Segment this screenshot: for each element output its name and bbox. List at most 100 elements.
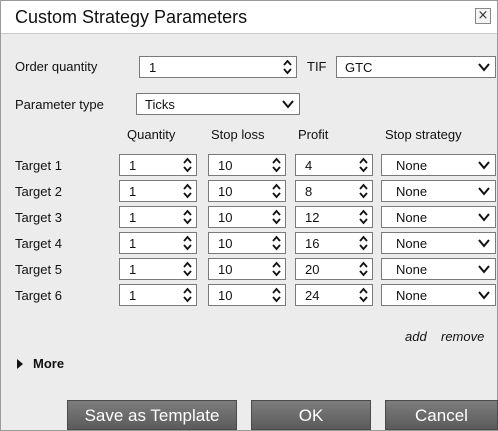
stop-strategy-select[interactable]: None	[381, 284, 496, 306]
quantity-stepper[interactable]: 1	[119, 232, 197, 254]
spinner-arrows-icon[interactable]	[183, 209, 192, 225]
stop-loss-stepper[interactable]: 10	[208, 154, 286, 176]
profit-value: 8	[305, 184, 313, 199]
profit-stepper[interactable]: 24	[295, 284, 373, 306]
save-as-template-button[interactable]: Save as Template	[67, 400, 237, 430]
more-toggle[interactable]: More	[17, 356, 64, 371]
spinner-arrows-icon[interactable]	[183, 287, 192, 303]
stop-loss-stepper[interactable]: 10	[208, 284, 286, 306]
parameter-type-label: Parameter type	[15, 97, 104, 112]
stop-strategy-select[interactable]: None	[381, 232, 496, 254]
target-label: Target 2	[15, 184, 62, 199]
stop-strategy-select[interactable]: None	[381, 206, 496, 228]
add-link[interactable]: add	[405, 329, 427, 344]
remove-link[interactable]: remove	[441, 329, 484, 344]
chevron-down-icon	[282, 100, 294, 109]
stop-strategy-value: None	[396, 158, 428, 173]
spinner-arrows-icon[interactable]	[272, 235, 281, 251]
more-label: More	[33, 356, 65, 371]
chevron-down-icon	[478, 265, 490, 274]
profit-stepper[interactable]: 16	[295, 232, 373, 254]
stop-strategy-value: None	[396, 184, 428, 199]
profit-stepper[interactable]: 8	[295, 180, 373, 202]
spinner-arrows-icon[interactable]	[359, 157, 368, 173]
stop-loss-value: 10	[218, 210, 233, 225]
quantity-stepper[interactable]: 1	[119, 258, 197, 280]
spinner-arrows-icon[interactable]	[359, 235, 368, 251]
chevron-down-icon	[478, 161, 490, 170]
target-row: Target 4 1 10 16 None	[1, 231, 498, 255]
quantity-stepper[interactable]: 1	[119, 206, 197, 228]
spinner-arrows-icon[interactable]	[272, 157, 281, 173]
chevron-down-icon	[478, 213, 490, 222]
stop-loss-value: 10	[218, 262, 233, 277]
spinner-arrows-icon[interactable]	[359, 261, 368, 277]
order-quantity-stepper[interactable]: 1	[139, 56, 297, 78]
order-quantity-value: 1	[149, 60, 157, 75]
target-label: Target 1	[15, 158, 62, 173]
stop-loss-value: 10	[218, 288, 233, 303]
parameter-type-value: Ticks	[145, 97, 175, 112]
stop-loss-value: 10	[218, 184, 233, 199]
order-quantity-label: Order quantity	[15, 59, 98, 74]
stop-strategy-select[interactable]: None	[381, 258, 496, 280]
tif-value: GTC	[345, 60, 373, 75]
spinner-arrows-icon[interactable]	[183, 183, 192, 199]
quantity-value: 1	[129, 210, 137, 225]
close-icon[interactable]: ×	[475, 8, 491, 24]
profit-value: 4	[305, 158, 313, 173]
tif-label: TIF	[307, 59, 327, 74]
target-label: Target 5	[15, 262, 62, 277]
triangle-right-icon	[17, 359, 23, 369]
chevron-down-icon	[478, 239, 490, 248]
stop-loss-value: 10	[218, 236, 233, 251]
spinner-arrows-icon[interactable]	[183, 235, 192, 251]
spinner-arrows-icon[interactable]	[359, 209, 368, 225]
stop-loss-column-header: Stop loss	[211, 127, 265, 142]
stop-loss-stepper[interactable]: 10	[208, 206, 286, 228]
profit-value: 24	[305, 288, 320, 303]
target-row: Target 1 1 10 4 None	[1, 153, 498, 177]
profit-stepper[interactable]: 12	[295, 206, 373, 228]
chevron-down-icon	[478, 291, 490, 300]
target-row: Target 6 1 10 24 None	[1, 283, 498, 307]
spinner-arrows-icon[interactable]	[272, 287, 281, 303]
target-label: Target 6	[15, 288, 62, 303]
spinner-arrows-icon[interactable]	[272, 261, 281, 277]
profit-value: 16	[305, 236, 320, 251]
spinner-arrows-icon[interactable]	[359, 287, 368, 303]
ok-button[interactable]: OK	[251, 400, 371, 430]
spinner-arrows-icon[interactable]	[183, 261, 192, 277]
stop-strategy-select[interactable]: None	[381, 180, 496, 202]
profit-value: 12	[305, 210, 320, 225]
profit-stepper[interactable]: 20	[295, 258, 373, 280]
spinner-arrows-icon[interactable]	[183, 157, 192, 173]
quantity-stepper[interactable]: 1	[119, 284, 197, 306]
target-label: Target 3	[15, 210, 62, 225]
stop-loss-stepper[interactable]: 10	[208, 258, 286, 280]
stop-strategy-value: None	[396, 288, 428, 303]
chevron-down-icon	[478, 63, 490, 72]
target-row: Target 5 1 10 20 None	[1, 257, 498, 281]
quantity-value: 1	[129, 184, 137, 199]
spinner-arrows-icon[interactable]	[272, 209, 281, 225]
chevron-down-icon	[478, 187, 490, 196]
profit-stepper[interactable]: 4	[295, 154, 373, 176]
target-row: Target 2 1 10 8 None	[1, 179, 498, 203]
stop-loss-stepper[interactable]: 10	[208, 180, 286, 202]
target-row: Target 3 1 10 12 None	[1, 205, 498, 229]
target-label: Target 4	[15, 236, 62, 251]
stop-strategy-select[interactable]: None	[381, 154, 496, 176]
stop-strategy-column-header: Stop strategy	[385, 127, 462, 142]
quantity-value: 1	[129, 288, 137, 303]
quantity-stepper[interactable]: 1	[119, 180, 197, 202]
spinner-arrows-icon[interactable]	[283, 59, 292, 75]
tif-select[interactable]: GTC	[336, 56, 496, 78]
spinner-arrows-icon[interactable]	[359, 183, 368, 199]
stop-loss-stepper[interactable]: 10	[208, 232, 286, 254]
title-bar: Custom Strategy Parameters ×	[1, 1, 497, 34]
quantity-stepper[interactable]: 1	[119, 154, 197, 176]
parameter-type-select[interactable]: Ticks	[136, 93, 300, 115]
spinner-arrows-icon[interactable]	[272, 183, 281, 199]
cancel-button[interactable]: Cancel	[385, 400, 498, 430]
